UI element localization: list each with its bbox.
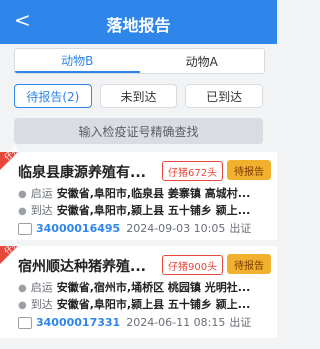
cert-row: 34000016495 2024-09-03 10:05 出证 [18,220,273,236]
dest-label: 到达 [30,298,53,311]
origin-row: ● 启运 安徽省,宿州市,埇桥区 桃园镇 光明社... [18,279,273,295]
animal-type-segment: 动物B 动物A [14,48,265,74]
certificate-icon [18,223,32,235]
issue-time: 2024-09-03 10:05 [126,222,226,235]
origin-row: ● 启运 安徽省,阜阳市,临泉县 姜寨镇 高城村... [18,185,273,201]
location-pin-icon: ● [18,189,27,200]
record-card[interactable]: 仔猪 临泉县康源养殖有... 仔猪672头 待报告 ● 启运 安徽省,阜阳市,临泉县… [0,144,277,240]
status-tabs: 待报告(2) 未到达 已到达 [14,84,264,108]
page-title: 落地报告 [106,16,171,35]
app-header: < 落地报告 [0,0,277,44]
origin-label: 启运 [30,281,53,294]
segment-animal-a[interactable]: 动物A [140,49,265,73]
pending-report-badge[interactable]: 待报告 [227,254,271,274]
location-pin-icon: ● [18,283,27,294]
cert-search-input[interactable]: 输入检疫证号精确查找 [14,118,263,144]
dest-row: ● 到达 安徽省,阜阳市,颍上县 五十铺乡 颍上... [18,202,273,218]
dest-address: 安徽省,阜阳市,颍上县 五十铺乡 颍上... [56,204,251,217]
origin-address: 安徽省,宿州市,埇桥区 桃园镇 光明社... [56,281,251,294]
issue-status: 出证 [229,222,252,235]
tab-not-arrived[interactable]: 未到达 [99,84,178,108]
origin-address: 安徽省,阜阳市,临泉县 姜寨镇 高城村... [56,187,251,200]
origin-label: 启运 [30,187,53,200]
dest-row: ● 到达 安徽省,阜阳市,颍上县 五十铺乡 颍上... [18,296,273,312]
dest-label: 到达 [30,204,53,217]
location-pin-icon: ● [18,206,27,217]
cert-number[interactable]: 34000017331 [36,316,120,329]
cert-row: 34000017331 2024-06-11 08:15 出证 [18,314,273,330]
issue-time: 2024-06-11 08:15 [126,316,226,329]
dest-address: 安徽省,阜阳市,颍上县 五十铺乡 颍上... [56,298,251,311]
tab-arrived[interactable]: 已到达 [185,84,264,108]
farm-name: 临泉县康源养殖有... [18,165,146,181]
farm-name: 宿州顺达种猪养殖... [18,259,146,275]
count-pill: 仔猪672头 [162,161,224,181]
pending-report-badge[interactable]: 待报告 [227,160,271,180]
issue-status: 出证 [229,316,252,329]
location-pin-icon: ● [18,300,27,311]
certificate-icon [18,317,32,329]
cert-number[interactable]: 34000016495 [36,222,120,235]
record-card[interactable]: 仔猪 宿州顺达种猪养殖... 仔猪900头 待报告 ● 启运 安徽省,宿州市,埇桥区… [0,238,277,338]
segment-animal-b[interactable]: 动物B [15,49,140,73]
tab-pending-report[interactable]: 待报告(2) [14,84,92,108]
count-pill: 仔猪900头 [162,255,224,275]
